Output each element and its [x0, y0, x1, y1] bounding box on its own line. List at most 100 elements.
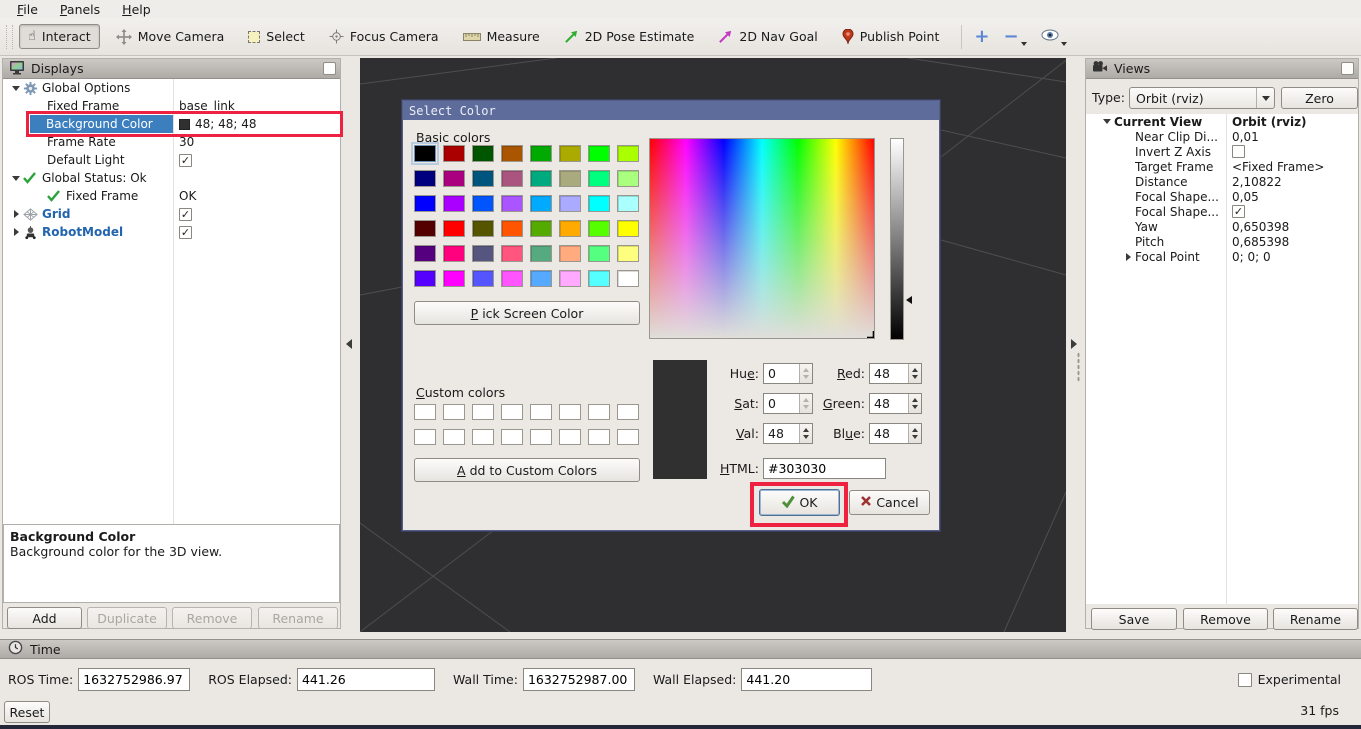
select-tool-button[interactable]: Select — [240, 25, 313, 48]
basic-color-swatch[interactable] — [443, 270, 465, 287]
basic-color-swatch[interactable] — [414, 245, 436, 262]
basic-color-swatch[interactable] — [559, 245, 581, 262]
basic-color-swatch[interactable] — [501, 270, 523, 287]
basic-color-swatch[interactable] — [501, 195, 523, 212]
tree-row-invert-z-axis[interactable]: Invert Z Axis — [1086, 144, 1358, 159]
focus-camera-tool-button[interactable]: Focus Camera — [321, 25, 447, 48]
expander-open-icon[interactable] — [9, 86, 23, 91]
collapse-left-icon[interactable] — [346, 339, 352, 349]
basic-color-swatch[interactable] — [443, 220, 465, 237]
basic-color-swatch[interactable] — [617, 270, 639, 287]
sat-input[interactable]: 0 — [763, 393, 813, 414]
expander-open-icon[interactable] — [1100, 119, 1114, 124]
custom-color-swatch[interactable] — [472, 429, 494, 445]
tree-row-target-frame[interactable]: Target Frame<Fixed Frame> — [1086, 159, 1358, 174]
menu-help[interactable]: Help — [113, 2, 160, 17]
basic-color-swatch[interactable] — [588, 270, 610, 287]
basic-color-swatch[interactable] — [588, 170, 610, 187]
tree-row-robotmodel[interactable]: RobotModel✓ — [3, 223, 340, 241]
basic-color-swatch[interactable] — [472, 145, 494, 162]
add-display-button[interactable]: Add — [7, 607, 82, 629]
html-color-input[interactable] — [763, 458, 886, 479]
ok-button[interactable]: OK — [759, 489, 840, 516]
basic-color-swatch[interactable] — [443, 195, 465, 212]
custom-color-swatch[interactable] — [443, 429, 465, 445]
basic-color-swatch[interactable] — [559, 145, 581, 162]
basic-color-swatch[interactable] — [617, 195, 639, 212]
basic-color-swatch[interactable] — [559, 220, 581, 237]
left-splitter[interactable] — [341, 58, 360, 632]
custom-color-swatch[interactable] — [443, 404, 465, 420]
checkbox[interactable]: ✓ — [1232, 205, 1245, 218]
experimental-checkbox[interactable] — [1238, 673, 1252, 687]
save-view-button[interactable]: Save — [1091, 608, 1177, 630]
checkbox[interactable]: ✓ — [179, 226, 192, 239]
green-input[interactable]: 48 — [869, 393, 922, 414]
custom-color-swatch[interactable] — [472, 404, 494, 420]
spin-arrows-icon[interactable] — [908, 364, 921, 383]
basic-color-swatch[interactable] — [559, 170, 581, 187]
basic-color-swatch[interactable] — [530, 220, 552, 237]
custom-color-swatch[interactable] — [530, 404, 552, 420]
basic-color-swatch[interactable] — [472, 270, 494, 287]
panel-float-button[interactable] — [323, 62, 336, 75]
basic-color-swatch[interactable] — [414, 145, 436, 162]
basic-color-swatch[interactable] — [414, 195, 436, 212]
tool-visibility-button[interactable] — [1041, 29, 1067, 44]
basic-color-swatch[interactable] — [559, 195, 581, 212]
basic-color-swatch[interactable] — [414, 170, 436, 187]
menu-file[interactable]: File — [8, 2, 47, 17]
checkbox[interactable] — [1232, 145, 1245, 158]
tree-row-default-light[interactable]: Default Light✓ — [3, 151, 340, 169]
custom-color-swatch[interactable] — [530, 429, 552, 445]
add-tool-button[interactable]: + — [974, 30, 989, 44]
remove-tool-button[interactable]: − — [1003, 30, 1026, 44]
remove-view-button[interactable]: Remove — [1183, 608, 1268, 630]
basic-color-swatch[interactable] — [472, 220, 494, 237]
interact-tool-button[interactable]: ☝ Interact — [19, 24, 100, 49]
expander-open-icon[interactable] — [9, 176, 23, 181]
custom-color-swatch[interactable] — [559, 429, 581, 445]
tree-row-fixed-frame[interactable]: Fixed FrameOK — [3, 187, 340, 205]
right-splitter[interactable] — [1066, 58, 1085, 632]
hue-input[interactable]: 0 — [763, 363, 813, 384]
basic-color-swatch[interactable] — [530, 145, 552, 162]
basic-color-swatch[interactable] — [472, 170, 494, 187]
add-to-custom-colors-button[interactable]: Add to Custom Colors — [414, 458, 640, 482]
basic-color-swatch[interactable] — [414, 270, 436, 287]
basic-color-swatch[interactable] — [559, 270, 581, 287]
tree-row-pitch[interactable]: Pitch0,685398 — [1086, 234, 1358, 249]
value-slider-arrow[interactable] — [906, 296, 912, 304]
tree-row-current-view[interactable]: Current ViewOrbit (rviz) — [1086, 114, 1358, 129]
expander-closed-icon[interactable] — [9, 228, 23, 236]
basic-color-swatch[interactable] — [530, 170, 552, 187]
basic-color-swatch[interactable] — [588, 195, 610, 212]
basic-color-swatch[interactable] — [617, 170, 639, 187]
rename-view-button[interactable]: Rename — [1273, 608, 1358, 630]
tree-row-fixed-frame[interactable]: Fixed Framebase_link — [3, 97, 340, 115]
basic-color-swatch[interactable] — [472, 245, 494, 262]
measure-tool-button[interactable]: Measure — [455, 25, 548, 48]
tree-row-yaw[interactable]: Yaw0,650398 — [1086, 219, 1358, 234]
custom-color-swatch[interactable] — [414, 404, 436, 420]
custom-color-swatch[interactable] — [501, 404, 523, 420]
checkbox[interactable]: ✓ — [179, 208, 192, 221]
publish-point-tool-button[interactable]: Publish Point — [834, 25, 948, 49]
zero-button[interactable]: Zero — [1281, 87, 1358, 109]
hue-saturation-picker[interactable] — [649, 138, 875, 339]
basic-color-swatch[interactable] — [414, 220, 436, 237]
basic-color-swatch[interactable] — [588, 245, 610, 262]
ros-elapsed-input[interactable] — [297, 668, 435, 691]
basic-color-swatch[interactable] — [443, 145, 465, 162]
basic-color-swatch[interactable] — [501, 145, 523, 162]
views-panel-header[interactable]: Views — [1086, 59, 1358, 79]
tree-row-focal-point[interactable]: Focal Point0; 0; 0 — [1086, 249, 1358, 264]
tree-row-global-status-ok[interactable]: Global Status: Ok — [3, 169, 340, 187]
custom-color-swatch[interactable] — [588, 404, 610, 420]
basic-color-swatch[interactable] — [443, 170, 465, 187]
custom-color-swatch[interactable] — [617, 429, 639, 445]
basic-color-swatch[interactable] — [472, 195, 494, 212]
red-input[interactable]: 48 — [869, 363, 922, 384]
basic-color-swatch[interactable] — [588, 145, 610, 162]
move-camera-tool-button[interactable]: Move Camera — [108, 25, 233, 49]
